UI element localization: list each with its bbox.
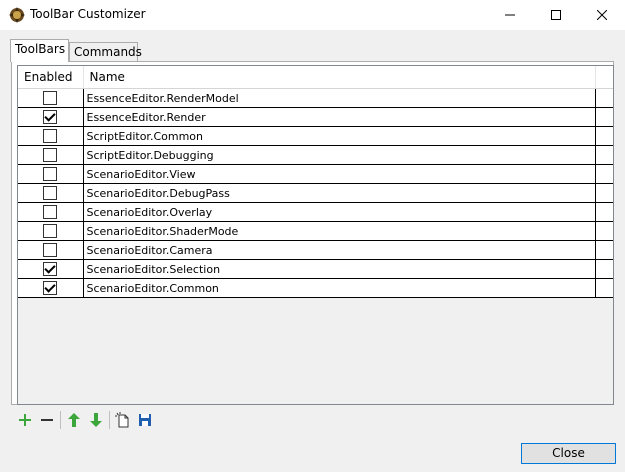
toolbar-name-cell[interactable]: EssenceEditor.Render bbox=[83, 107, 596, 127]
enabled-checkbox[interactable] bbox=[43, 185, 58, 200]
move-up-button[interactable] bbox=[63, 409, 85, 431]
toolbar-name-cell[interactable]: ScenarioEditor.Overlay bbox=[83, 202, 596, 222]
remove-button[interactable] bbox=[36, 409, 58, 431]
enabled-checkbox[interactable] bbox=[43, 242, 58, 257]
toolbars-grid[interactable]: Enabled Name EssenceEditor.RenderModel Es… bbox=[17, 65, 614, 405]
toolbar-separator bbox=[109, 411, 110, 429]
enabled-cell bbox=[18, 240, 84, 260]
row-filler-cell bbox=[595, 126, 613, 146]
column-header-name[interactable]: Name bbox=[83, 66, 596, 89]
window-title: ToolBar Customizer bbox=[30, 7, 146, 21]
enabled-cell bbox=[18, 259, 84, 279]
minimize-button[interactable] bbox=[487, 0, 533, 30]
enabled-cell bbox=[18, 278, 84, 298]
row-filler-cell bbox=[595, 240, 613, 260]
enabled-checkbox[interactable] bbox=[43, 280, 58, 295]
enabled-checkbox[interactable] bbox=[43, 90, 58, 105]
enabled-cell bbox=[18, 221, 84, 241]
close-icon bbox=[597, 10, 607, 20]
close-window-button[interactable] bbox=[579, 0, 625, 30]
enabled-cell bbox=[18, 183, 84, 203]
tab-commands[interactable]: Commands bbox=[69, 42, 142, 62]
maximize-button[interactable] bbox=[533, 0, 579, 30]
enabled-cell bbox=[18, 107, 84, 127]
enabled-checkbox[interactable] bbox=[43, 204, 58, 219]
enabled-cell bbox=[18, 145, 84, 165]
toolbar-name-cell[interactable]: ScenarioEditor.Selection bbox=[83, 259, 596, 279]
save-button[interactable] bbox=[134, 409, 156, 431]
toolbar-name-cell[interactable]: ScriptEditor.Common bbox=[83, 126, 596, 146]
row-filler-cell bbox=[595, 107, 613, 127]
enabled-checkbox[interactable] bbox=[43, 147, 58, 162]
enabled-checkbox[interactable] bbox=[43, 223, 58, 238]
toolbar-customizer-window: ToolBar Customizer ToolBars Commands Ena… bbox=[0, 0, 625, 472]
app-icon bbox=[8, 6, 26, 24]
toolbar-name-cell[interactable]: ScriptEditor.Debugging bbox=[83, 145, 596, 165]
add-button[interactable] bbox=[14, 409, 36, 431]
save-icon bbox=[139, 414, 151, 426]
move-down-button[interactable] bbox=[85, 409, 107, 431]
row-filler-cell bbox=[595, 164, 613, 184]
move-up-icon bbox=[68, 413, 80, 427]
toolbar-name-cell[interactable]: ScenarioEditor.View bbox=[83, 164, 596, 184]
new-file-button[interactable] bbox=[112, 409, 134, 431]
row-filler-cell bbox=[595, 202, 613, 222]
column-header-enabled[interactable]: Enabled bbox=[18, 66, 84, 89]
enabled-cell bbox=[18, 126, 84, 146]
toolbar-separator bbox=[60, 411, 61, 429]
table-header-row: Enabled Name bbox=[18, 66, 613, 89]
row-filler-cell bbox=[595, 183, 613, 203]
table-row[interactable]: ScenarioEditor.Selection bbox=[18, 259, 613, 279]
enabled-checkbox[interactable] bbox=[43, 109, 58, 124]
table-row[interactable]: ScenarioEditor.Overlay bbox=[18, 202, 613, 222]
enabled-cell bbox=[18, 202, 84, 222]
table-body: EssenceEditor.RenderModel EssenceEditor.R… bbox=[18, 88, 613, 298]
table-row[interactable]: EssenceEditor.RenderModel bbox=[18, 88, 613, 108]
table-row[interactable]: ScenarioEditor.Camera bbox=[18, 240, 613, 260]
row-filler-cell bbox=[595, 278, 613, 298]
table-row[interactable]: ScenarioEditor.ShaderMode bbox=[18, 221, 613, 241]
move-down-icon bbox=[90, 413, 102, 427]
enabled-cell bbox=[18, 88, 84, 108]
remove-icon bbox=[41, 419, 53, 421]
toolbar-name-cell[interactable]: ScenarioEditor.DebugPass bbox=[83, 183, 596, 203]
table-row[interactable]: ScenarioEditor.Common bbox=[18, 278, 613, 298]
enabled-cell bbox=[18, 164, 84, 184]
toolbar-name-cell[interactable]: EssenceEditor.RenderModel bbox=[83, 88, 596, 108]
column-header-filler bbox=[595, 66, 613, 89]
add-icon bbox=[19, 414, 31, 426]
row-filler-cell bbox=[595, 259, 613, 279]
toolbars-table: Enabled Name EssenceEditor.RenderModel Es… bbox=[18, 66, 613, 298]
enabled-checkbox[interactable] bbox=[43, 261, 58, 276]
close-button[interactable]: Close bbox=[521, 443, 616, 464]
minimize-icon bbox=[505, 14, 515, 16]
table-row[interactable]: ScenarioEditor.View bbox=[18, 164, 613, 184]
title-bar[interactable]: ToolBar Customizer bbox=[0, 0, 625, 30]
enabled-checkbox[interactable] bbox=[43, 166, 58, 181]
table-row[interactable]: ScriptEditor.Common bbox=[18, 126, 613, 146]
row-filler-cell bbox=[595, 145, 613, 165]
row-filler-cell bbox=[595, 221, 613, 241]
row-filler-cell bbox=[595, 88, 613, 108]
new-file-icon bbox=[115, 412, 129, 428]
maximize-icon bbox=[551, 10, 561, 20]
table-row[interactable]: EssenceEditor.Render bbox=[18, 107, 613, 127]
table-row[interactable]: ScriptEditor.Debugging bbox=[18, 145, 613, 165]
tab-toolbars[interactable]: ToolBars bbox=[10, 39, 69, 62]
toolbar-name-cell[interactable]: ScenarioEditor.ShaderMode bbox=[83, 221, 596, 241]
enabled-checkbox[interactable] bbox=[43, 128, 58, 143]
toolbar-name-cell[interactable]: ScenarioEditor.Camera bbox=[83, 240, 596, 260]
toolbar-name-cell[interactable]: ScenarioEditor.Common bbox=[83, 278, 596, 298]
table-row[interactable]: ScenarioEditor.DebugPass bbox=[18, 183, 613, 203]
grid-toolbar bbox=[14, 409, 156, 431]
